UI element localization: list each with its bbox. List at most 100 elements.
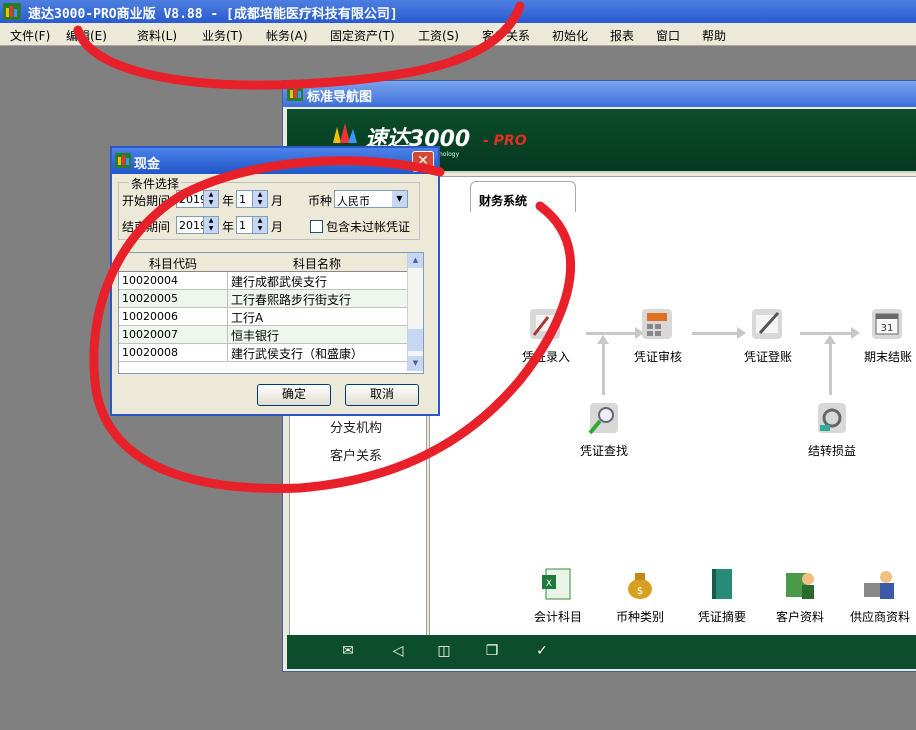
include-unposted-label: 包含未过帐凭证 <box>326 220 411 234</box>
menu-window[interactable]: 窗口 <box>656 27 680 44</box>
node-label: 币种类别 <box>615 610 664 624</box>
node-label: 凭证审核 <box>633 350 682 364</box>
navigator-title: 标准导航图 <box>307 90 373 105</box>
app-logo-icon <box>287 86 303 101</box>
magnifier-icon <box>588 403 618 435</box>
cell-code: 10020006 <box>122 310 178 323</box>
calculator-icon <box>642 309 672 339</box>
menu-reports[interactable]: 报表 <box>610 27 634 44</box>
flow-arrow <box>597 335 609 395</box>
cell-name: 建行成都武侯支行 <box>231 275 328 289</box>
node-voucher-review[interactable]: 凭证审核 <box>618 305 698 365</box>
menu-customer-relations[interactable]: 客户关系 <box>482 27 530 44</box>
item-currency-types[interactable]: $ 币种类别 <box>600 565 680 625</box>
year-unit: 年 <box>222 194 235 208</box>
tab-finance-label: 财务系统 <box>479 194 528 208</box>
end-period-label: 结束期间 <box>122 220 171 234</box>
item-supplier-data[interactable]: 供应商资料 <box>840 565 916 625</box>
column-name[interactable]: 科目名称 <box>228 255 406 272</box>
speaker-icon[interactable]: ◁ <box>389 643 407 659</box>
spin-arrows-icon[interactable]: ▲ ▼ <box>252 191 267 207</box>
node-voucher-search[interactable]: 凭证查找 <box>564 399 644 459</box>
menu-accounts[interactable]: 帐务(A) <box>266 27 308 44</box>
node-label: 凭证录入 <box>521 350 570 364</box>
svg-text:X: X <box>546 579 552 589</box>
check-icon[interactable]: ✓ <box>533 643 551 659</box>
svg-text:$: $ <box>637 586 643 597</box>
spin-arrows-icon[interactable]: ▲ ▼ <box>203 191 218 207</box>
node-period-closing[interactable]: 31 期末结账 <box>848 305 916 365</box>
menu-data[interactable]: 资料(L) <box>137 27 177 44</box>
app-logo-icon <box>3 3 21 20</box>
item-accounting-subjects[interactable]: X 会计科目 <box>518 565 598 625</box>
node-label: 供应商资料 <box>849 610 910 624</box>
mail-icon[interactable]: ✉ <box>339 643 357 659</box>
cell-name: 恒丰银行 <box>231 329 280 343</box>
link-customer-relations[interactable]: 客户关系 <box>330 445 382 464</box>
app-title: 速达3000-PRO商业版 V8.88 - [成都培能医疗科技有限公司] <box>28 7 398 22</box>
node-label: 结转损益 <box>807 444 856 458</box>
item-customer-data[interactable]: 客户资料 <box>760 565 840 625</box>
calendar-day: 31 <box>881 323 894 334</box>
menu-bar: 文件(F) 编辑(E) 资料(L) 业务(T) 帐务(A) 固定资产(T) 工资… <box>0 23 916 46</box>
menu-fixed-assets[interactable]: 固定资产(T) <box>330 27 395 44</box>
supplier-icon <box>864 571 894 599</box>
transfer-cycle-icon <box>818 403 846 433</box>
table-row[interactable]: 10020006 工行A <box>119 308 407 326</box>
menu-help[interactable]: 帮助 <box>702 27 726 44</box>
scroll-thumb[interactable] <box>408 329 423 351</box>
navigator-main-panel: 财务系统 凭证录入 凭证审核 凭证登账 31 期末结账 凭证查找 结转损益 X … <box>429 176 916 636</box>
month-unit: 月 <box>271 194 284 208</box>
currency-value: 人民币 <box>337 195 370 208</box>
cell-name: 建行武侯支行（和盛康） <box>231 347 364 361</box>
cell-name: 工行春熙路步行街支行 <box>231 293 352 307</box>
menu-salary[interactable]: 工资(S) <box>418 27 459 44</box>
ok-button[interactable]: 确定 <box>257 384 331 406</box>
menu-file[interactable]: 文件(F) <box>10 27 50 44</box>
table-row[interactable]: 10020004 建行成都武侯支行 <box>119 272 407 290</box>
dialog-title: 现金 <box>134 157 161 172</box>
pen-ledger-icon <box>752 309 782 339</box>
link-branch[interactable]: 分支机构 <box>330 417 382 436</box>
start-year-spinner[interactable]: 2019 ▲ ▼ <box>176 190 219 208</box>
scroll-down-icon[interactable]: ▼ <box>408 356 423 371</box>
app-title-bar: 速达3000-PRO商业版 V8.88 - [成都培能医疗科技有限公司] <box>0 0 916 23</box>
scroll-up-icon[interactable]: ▲ <box>408 253 423 268</box>
start-month-value: 1 <box>239 193 246 206</box>
menu-initialize[interactable]: 初始化 <box>552 27 588 44</box>
chevron-down-icon[interactable]: ▼ <box>392 191 407 207</box>
currency-select[interactable]: 人民币 ▼ <box>334 190 408 208</box>
open-book-icon[interactable]: ◫ <box>435 643 453 659</box>
node-profit-loss-transfer[interactable]: 结转损益 <box>792 399 872 459</box>
menu-business[interactable]: 业务(T) <box>202 27 243 44</box>
cancel-button[interactable]: 取消 <box>345 384 419 406</box>
money-bag-icon: $ <box>628 573 652 599</box>
year-unit: 年 <box>222 220 235 234</box>
end-month-value: 1 <box>239 219 246 232</box>
end-year-spinner[interactable]: 2019 ▲ ▼ <box>176 216 219 234</box>
end-month-spinner[interactable]: 1 ▲ ▼ <box>236 216 268 234</box>
grid-scrollbar[interactable]: ▲ ▼ <box>407 253 423 371</box>
menu-edit[interactable]: 编辑(E) <box>66 27 107 44</box>
node-label: 期末结账 <box>863 350 912 364</box>
node-voucher-posting[interactable]: 凭证登账 <box>728 305 808 365</box>
node-label: 客户资料 <box>775 610 824 624</box>
cell-code: 10020008 <box>122 346 178 359</box>
dialog-title-bar[interactable]: 现金 ✕ <box>112 148 438 174</box>
spin-arrows-icon[interactable]: ▲ ▼ <box>252 217 267 233</box>
group-label: 条件选择 <box>129 175 182 192</box>
table-row[interactable]: 10020005 工行春熙路步行街支行 <box>119 290 407 308</box>
table-row[interactable]: 10020007 恒丰银行 <box>119 326 407 344</box>
item-voucher-summary[interactable]: 凭证摘要 <box>682 565 762 625</box>
navigator-title-bar[interactable]: 标准导航图 <box>283 81 916 107</box>
copy-icon[interactable]: ❐ <box>483 643 501 659</box>
column-code[interactable]: 科目代码 <box>119 255 227 272</box>
include-unposted-checkbox[interactable] <box>310 220 323 233</box>
tab-finance[interactable]: 财务系统 <box>470 181 576 212</box>
start-month-spinner[interactable]: 1 ▲ ▼ <box>236 190 268 208</box>
table-row[interactable]: 10020008 建行武侯支行（和盛康） <box>119 344 407 362</box>
spin-arrows-icon[interactable]: ▲ ▼ <box>203 217 218 233</box>
book-icon <box>712 569 732 599</box>
close-icon[interactable]: ✕ <box>412 151 434 172</box>
node-voucher-entry[interactable]: 凭证录入 <box>506 305 586 365</box>
